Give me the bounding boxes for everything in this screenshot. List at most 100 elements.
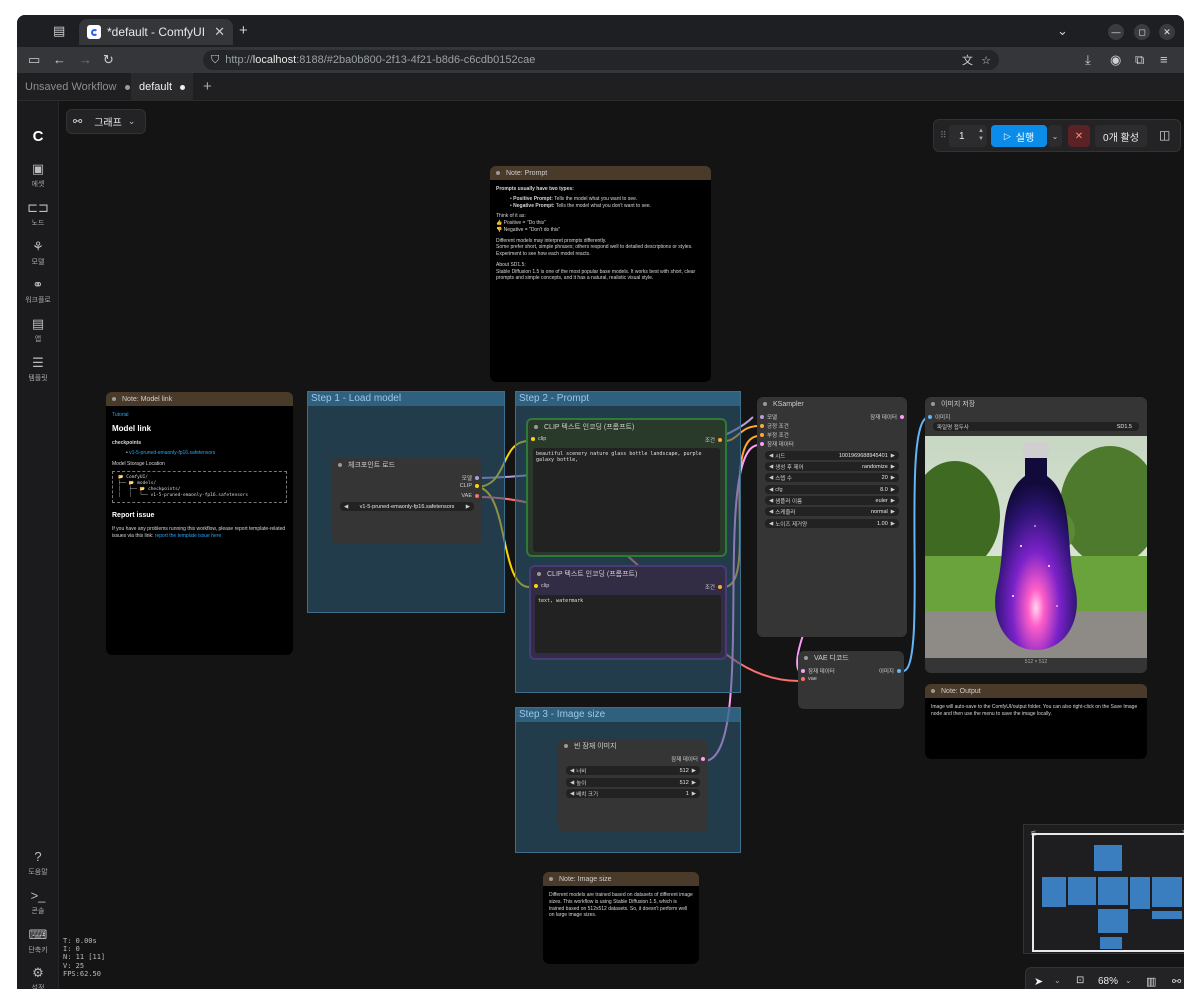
input-images[interactable]: 이미지 bbox=[925, 413, 950, 421]
profile-icon[interactable]: ◉ bbox=[1110, 52, 1121, 68]
output-image-preview[interactable] bbox=[925, 436, 1147, 658]
sidebar-toggle-icon[interactable]: ▭ bbox=[28, 52, 40, 68]
sidebar-item-templates[interactable]: ☰ 템플릿 bbox=[17, 355, 59, 383]
ckpt-name-select[interactable]: ◀ v1-5-pruned-emaonly-fp16.safetensors ▶ bbox=[340, 502, 474, 511]
fit-view-icon[interactable]: ⊡ bbox=[1076, 975, 1084, 986]
slot-label: 긍정 조건 bbox=[767, 424, 789, 430]
extensions-icon[interactable]: ⧉ bbox=[1135, 52, 1144, 68]
input-samples[interactable]: 잠재 데이터 bbox=[798, 667, 835, 675]
minimap-viewport[interactable] bbox=[1032, 833, 1184, 952]
pointer-tool-icon[interactable]: ➤ bbox=[1034, 975, 1043, 988]
output-latent[interactable]: 잠재 데이터 bbox=[870, 413, 907, 421]
denoise-widget[interactable]: ◀ 노이즈 제거양 1.00 ▶ bbox=[765, 519, 899, 528]
translate-icon[interactable]: 文 bbox=[962, 52, 973, 68]
new-tab-icon[interactable]: + bbox=[239, 22, 248, 39]
maximize-icon[interactable]: ◻ bbox=[1134, 24, 1150, 40]
note-image-size[interactable]: Note: Image size Different models are tr… bbox=[543, 872, 699, 964]
steps-widget[interactable]: ◀ 스텝 수 20 ▶ bbox=[765, 473, 899, 482]
output-clip[interactable]: CLIP bbox=[460, 483, 482, 489]
tab-groups-icon[interactable]: ▤ bbox=[53, 23, 65, 39]
height-widget[interactable]: ◀ 높이 512 ▶ bbox=[566, 778, 700, 787]
node-save-image[interactable]: 이미지 저장 이미지 파일명 접두사 SD1.5 512 × 512 bbox=[925, 397, 1147, 673]
sidebar-item-nodes[interactable]: ⊏⊐ 노드 bbox=[17, 200, 59, 228]
minimap[interactable]: ⚟ ✕ bbox=[1023, 824, 1184, 954]
back-icon[interactable]: ← bbox=[53, 52, 66, 67]
slot-dot-icon bbox=[928, 415, 932, 419]
node-vae-decode[interactable]: VAE 디코드 잠재 데이터 vae 이미지 bbox=[798, 651, 904, 709]
new-workflow-tab-icon[interactable]: + bbox=[203, 78, 212, 95]
sampler-widget[interactable]: ◀ 샘플러 이름 euler ▶ bbox=[765, 496, 899, 505]
report-link[interactable]: report the template issue here bbox=[155, 533, 221, 539]
width-widget[interactable]: ◀ 너비 512 ▶ bbox=[566, 766, 700, 775]
sidebar-item-console[interactable]: >_ 콘솔 bbox=[17, 888, 59, 916]
filename-prefix-widget[interactable]: 파일명 접두사 SD1.5 bbox=[933, 422, 1139, 431]
batch-size-widget[interactable]: ◀ 배치 크기 1 ▶ bbox=[566, 789, 700, 798]
negative-prompt-textarea[interactable]: text, watermark bbox=[535, 595, 721, 653]
close-tab-icon[interactable]: ✕ bbox=[214, 24, 225, 40]
input-positive[interactable]: 긍정 조건 bbox=[757, 422, 789, 430]
sidebar-item-help[interactable]: ? 도움말 bbox=[17, 849, 59, 877]
site-info-icon[interactable]: ⛉ bbox=[211, 54, 219, 67]
forward-icon[interactable]: → bbox=[79, 52, 92, 67]
input-clip[interactable]: clip bbox=[528, 436, 546, 442]
node-clip-negative[interactable]: CLIP 텍스트 인코딩 (프롬프트) clip 조건 text, waterm… bbox=[529, 565, 727, 660]
minimap-toggle-icon[interactable]: ▥ bbox=[1146, 975, 1156, 988]
node-dot-icon bbox=[564, 744, 568, 748]
output-image[interactable]: 이미지 bbox=[879, 667, 904, 675]
tab-default[interactable]: default bbox=[131, 73, 194, 101]
chevron-down-icon[interactable]: ⌄ bbox=[1125, 976, 1132, 985]
chevron-down-icon[interactable]: ⌄ bbox=[1054, 976, 1061, 985]
tab-unsaved-workflow[interactable]: Unsaved Workflow bbox=[17, 73, 138, 101]
widget-label: 시드 bbox=[775, 453, 786, 460]
note-output[interactable]: Note: Output Image will auto-save to the… bbox=[925, 684, 1147, 759]
bookmark-star-icon[interactable]: ☆ bbox=[981, 54, 991, 67]
comfy-logo[interactable]: C bbox=[17, 129, 59, 145]
sidebar-item-settings[interactable]: ⚙ 설정 bbox=[17, 965, 59, 989]
node-clip-positive[interactable]: CLIP 텍스트 인코딩 (프롬프트) clip 조건 beautiful sc… bbox=[526, 418, 727, 557]
reload-icon[interactable]: ↻ bbox=[103, 52, 114, 68]
output-model[interactable]: 모델 bbox=[462, 474, 482, 482]
node-checkpoint-loader[interactable]: 체크포인트 로드 모델 CLIP VAE ◀ v1-5-pruned-emaonl… bbox=[332, 458, 482, 544]
seed-widget[interactable]: ◀ 시드 1001969688945401 ▶ bbox=[765, 451, 899, 460]
slot-dot-icon bbox=[475, 476, 479, 480]
output-vae[interactable]: VAE bbox=[461, 493, 482, 499]
node-ksampler[interactable]: KSampler 모델 긍정 조건 부정 조건 잠재 데이터 잠재 데이터 ◀ … bbox=[757, 397, 907, 637]
slot-dot-icon bbox=[760, 424, 764, 428]
scheduler-widget[interactable]: ◀ 스케줄러 normal ▶ bbox=[765, 507, 899, 516]
input-negative[interactable]: 부정 조건 bbox=[757, 431, 789, 439]
output-latent[interactable]: 잠재 데이터 bbox=[671, 755, 708, 763]
input-vae[interactable]: vae bbox=[798, 676, 817, 682]
graph-canvas[interactable]: ⚯ 그래프 ⌄ ⠿ 1 ▲ ▼ ▷ 실행 ⌄ ✕ 0개 활성 ◫ Step 1 … bbox=[59, 101, 1184, 989]
cfg-widget[interactable]: ◀ cfg 8.0 ▶ bbox=[765, 485, 899, 494]
note-model-link[interactable]: Note: Model link Tutorial Model link che… bbox=[106, 392, 293, 655]
output-conditioning[interactable]: 조건 bbox=[705, 436, 725, 444]
url-field[interactable]: ⛉ http://localhost:8188/#2ba0b800-2f13-4… bbox=[203, 50, 999, 70]
checkpoint-link[interactable]: v1-5-pruned-emaonly-fp16.safetensors bbox=[129, 450, 215, 456]
browser-tab[interactable]: *default - ComfyUI ✕ bbox=[79, 19, 233, 45]
output-conditioning[interactable]: 조건 bbox=[705, 583, 725, 591]
slot-label: 조건 bbox=[704, 438, 715, 444]
browser-menu-icon[interactable]: ≡ bbox=[1160, 52, 1168, 67]
minimize-icon[interactable]: — bbox=[1108, 24, 1124, 40]
zoom-level[interactable]: 68% bbox=[1098, 976, 1118, 987]
tab-list-chevron-icon[interactable]: ⌄ bbox=[1057, 23, 1068, 39]
input-clip[interactable]: clip bbox=[531, 583, 549, 589]
control-after-generate-widget[interactable]: ◀ 생성 후 제어 randomize ▶ bbox=[765, 462, 899, 471]
positive-prompt-textarea[interactable]: beautiful scenery nature glass bottle la… bbox=[533, 448, 720, 552]
sidebar-item-workflows[interactable]: ⚭ 워크플로 bbox=[17, 277, 59, 305]
sidebar-item-models[interactable]: ⚘ 모델 bbox=[17, 239, 59, 267]
input-model[interactable]: 모델 bbox=[757, 413, 777, 421]
sidebar-item-shortcuts[interactable]: ⌨ 단축키 bbox=[17, 927, 59, 955]
sidebar-item-assets[interactable]: ▣ 에셋 bbox=[17, 161, 59, 189]
sidebar-item-app[interactable]: ▤ 앱 bbox=[17, 316, 59, 344]
tutorial-link[interactable]: Tutorial bbox=[112, 412, 287, 419]
node-dot-icon bbox=[338, 463, 342, 467]
link-visibility-icon[interactable]: ⚯ bbox=[1172, 975, 1181, 988]
input-latent[interactable]: 잠재 데이터 bbox=[757, 440, 794, 448]
note-prompt[interactable]: Note: Prompt Prompts usually have two ty… bbox=[490, 166, 711, 382]
download-icon[interactable]: ⤓ bbox=[1085, 52, 1091, 68]
close-window-icon[interactable]: ✕ bbox=[1159, 24, 1175, 40]
node-dot-icon bbox=[763, 402, 767, 406]
browser-window: ▤ *default - ComfyUI ✕ + ⌄ — ◻ ✕ ▭ ← → ↻… bbox=[17, 15, 1184, 989]
node-empty-latent[interactable]: 빈 잠재 이미지 잠재 데이터 ◀ 너비 512 ▶ ◀ 높이 512 ▶ ◀ 배치 크… bbox=[558, 739, 708, 831]
